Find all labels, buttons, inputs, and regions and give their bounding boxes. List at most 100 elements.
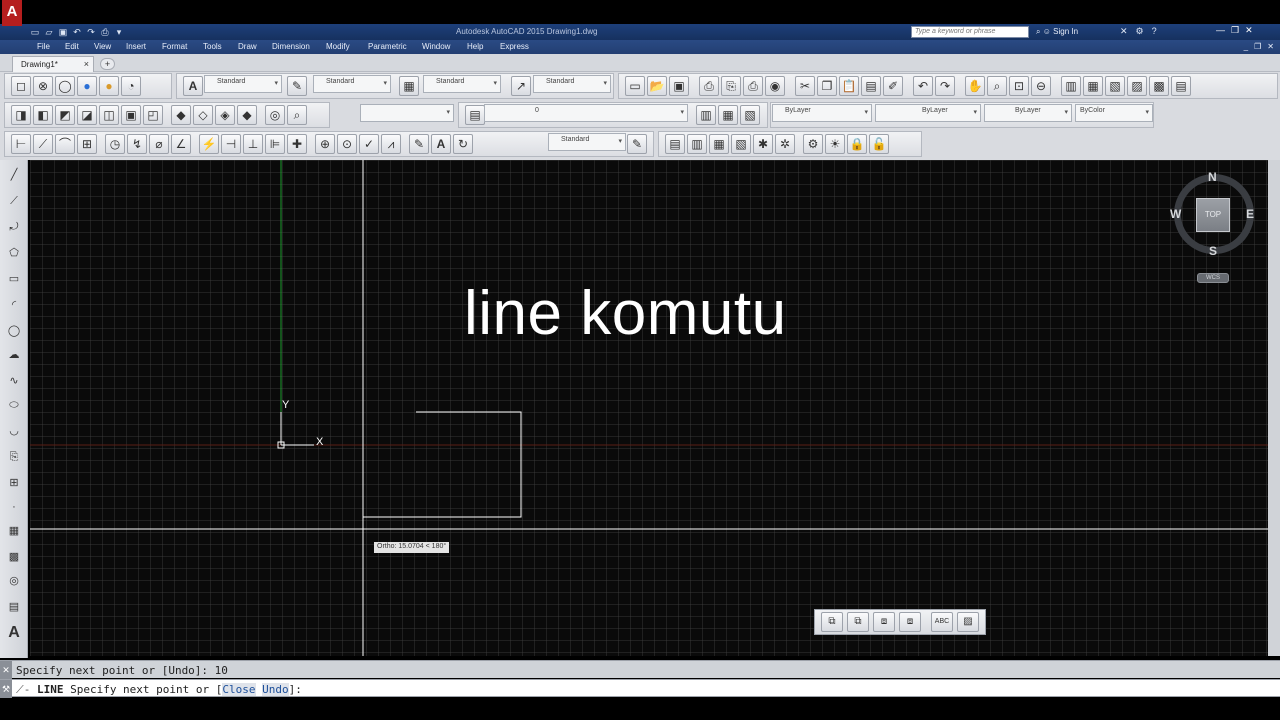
layer-unisolate-icon[interactable]: ▧ — [731, 134, 751, 154]
hidden-icon[interactable]: ◯ — [55, 76, 75, 96]
plotstyle-dropdown[interactable]: ByColor — [1075, 104, 1153, 122]
menu-parametric[interactable]: Parametric — [368, 42, 407, 51]
arc-length-icon[interactable]: ⌒ — [55, 134, 75, 154]
text-style-icon[interactable]: A — [183, 76, 203, 96]
tab-drawing1[interactable]: Drawing1* × — [12, 56, 94, 72]
angular-dim-icon[interactable]: ∠ — [171, 134, 191, 154]
exchange-icon[interactable]: ✕ — [1120, 26, 1128, 37]
save-icon[interactable]: ▣ — [669, 76, 689, 96]
doc-restore-icon[interactable]: ❐ — [1254, 42, 1261, 51]
close-icon[interactable]: ✕ — [0, 661, 12, 679]
publish-icon[interactable]: ⎙ — [743, 76, 763, 96]
2d-wireframe-icon[interactable]: ◻ — [11, 76, 31, 96]
loft-icon[interactable]: ▣ — [121, 105, 141, 125]
undo-icon[interactable]: ↶ — [913, 76, 933, 96]
layer-previous-icon[interactable]: ▦ — [718, 105, 738, 125]
compass-north[interactable]: N — [1208, 170, 1217, 184]
wrench-icon[interactable]: ⚒ — [0, 680, 12, 698]
polygon-icon[interactable]: ⬠ — [4, 244, 24, 264]
binoculars-icon[interactable]: ⌕ — [1036, 27, 1040, 36]
continue-dim-icon[interactable]: ⊥ — [243, 134, 263, 154]
layer-dropdown[interactable]: 0 — [484, 104, 688, 122]
wcs-menu[interactable]: WCS — [1197, 273, 1229, 283]
command-prompt[interactable]: ⟋- LINE Specify next point or [Close Und… — [16, 683, 302, 697]
chevron-down-icon[interactable]: ▾ — [114, 27, 124, 37]
menu-view[interactable]: View — [94, 42, 111, 51]
center-mark-icon[interactable]: ⊙ — [337, 134, 357, 154]
color-dropdown[interactable]: ByLayer — [772, 104, 872, 122]
layer-change-icon[interactable]: ▥ — [687, 134, 707, 154]
lineweight-dropdown[interactable]: ByLayer — [984, 104, 1072, 122]
drawing-area[interactable] — [30, 160, 1268, 656]
doc-close-icon[interactable]: ✕ — [1267, 42, 1274, 51]
properties-icon[interactable]: ▥ — [1061, 76, 1081, 96]
redo-icon[interactable]: ↷ — [86, 27, 96, 37]
camera-icon[interactable]: ◎ — [265, 105, 285, 125]
3d-print-icon[interactable]: ◉ — [765, 76, 785, 96]
pan-icon[interactable]: ✋ — [965, 76, 985, 96]
subtract-icon[interactable]: ◆ — [171, 105, 191, 125]
plot-icon[interactable]: ⎙ — [699, 76, 719, 96]
ellipse-arc-icon[interactable]: ◡ — [4, 422, 24, 442]
slice-icon[interactable]: ◆ — [237, 105, 257, 125]
linear-dim-icon[interactable]: ⊢ — [11, 134, 31, 154]
point-icon[interactable]: · — [4, 498, 24, 518]
radius-dim-icon[interactable]: ◷ — [105, 134, 125, 154]
search-input[interactable]: Type a keyword or phrase — [911, 26, 1029, 38]
tool-palettes-icon[interactable]: ▧ — [1105, 76, 1125, 96]
layer-match-icon[interactable]: ▤ — [665, 134, 685, 154]
mleader-style-icon[interactable]: ↗ — [511, 76, 531, 96]
open-file-icon[interactable]: ▱ — [44, 27, 54, 37]
union-icon[interactable]: ◰ — [143, 105, 163, 125]
linetype-dropdown[interactable]: ByLayer — [875, 104, 981, 122]
diameter-dim-icon[interactable]: ⌀ — [149, 134, 169, 154]
menu-dimension[interactable]: Dimension — [272, 42, 310, 51]
layer-settings-icon[interactable]: ⚙ — [803, 134, 823, 154]
compass-south[interactable]: S — [1209, 244, 1217, 258]
visual-style-manager-icon[interactable]: ◔ — [121, 76, 141, 96]
text-style-dropdown[interactable]: Standard — [204, 75, 282, 93]
polyline-icon[interactable]: ⤾ — [4, 218, 24, 238]
revision-cloud-icon[interactable]: ☁ — [4, 346, 24, 366]
dim-style-dropdown[interactable]: Standard — [313, 75, 391, 93]
quick-dim-icon[interactable]: ⚡ — [199, 134, 219, 154]
send-to-back-icon[interactable]: ⧉ — [847, 612, 869, 632]
insert-block-icon[interactable]: ⎘ — [4, 448, 24, 468]
line-icon[interactable]: ╱ — [4, 166, 24, 186]
new-icon[interactable]: ▭ — [625, 76, 645, 96]
annotative-style-dropdown[interactable]: Standard — [548, 133, 626, 151]
block-editor-icon[interactable]: ✐ — [883, 76, 903, 96]
inspect-icon[interactable]: ✓ — [359, 134, 379, 154]
hatch-to-back-icon[interactable]: ▨ — [957, 612, 979, 632]
design-center-icon[interactable]: ▦ — [1083, 76, 1103, 96]
menu-format[interactable]: Format — [162, 42, 187, 51]
plot-preview-icon[interactable]: ⎘ — [721, 76, 741, 96]
cart-icon[interactable]: ⚙ — [1136, 26, 1144, 37]
zoom-window-icon[interactable]: ⊡ — [1009, 76, 1029, 96]
viewcube[interactable]: TOP N S W E — [1170, 170, 1256, 258]
bring-to-front-icon[interactable]: ⧉ — [821, 612, 843, 632]
undo-icon[interactable]: ↶ — [72, 27, 82, 37]
menu-file[interactable]: File — [37, 42, 50, 51]
markup-icon[interactable]: ▩ — [1149, 76, 1169, 96]
presspull-icon[interactable]: ◩ — [55, 105, 75, 125]
dim-break-icon[interactable]: ✚ — [287, 134, 307, 154]
command-line[interactable]: ⚒ ⟋- LINE Specify next point or [Close U… — [0, 679, 1280, 698]
layer-unlock-icon[interactable]: 🔓 — [869, 134, 889, 154]
table-style-dropdown[interactable]: Standard — [423, 75, 501, 93]
table-icon[interactable]: ▤ — [4, 598, 24, 618]
ellipse-icon[interactable]: ⬭ — [4, 396, 24, 416]
cut-icon[interactable]: ✂ — [795, 76, 815, 96]
open-icon[interactable]: 📂 — [647, 76, 667, 96]
hatch-icon[interactable]: ▦ — [4, 522, 24, 542]
new-file-icon[interactable]: ▭ — [30, 27, 40, 37]
save-icon[interactable]: ▣ — [58, 27, 68, 37]
match-properties-icon[interactable]: ▤ — [861, 76, 881, 96]
extrude-icon[interactable]: ◧ — [33, 105, 53, 125]
layer-on-icon[interactable]: ☀ — [825, 134, 845, 154]
sign-in-link[interactable]: ⌕ ☺ Sign In — [1036, 27, 1078, 37]
jogged-dim-icon[interactable]: ↯ — [127, 134, 147, 154]
text-to-front-icon[interactable]: ABC — [931, 612, 953, 632]
send-under-icon[interactable]: ⧈ — [899, 612, 921, 632]
layer-lock-icon[interactable]: 🔒 — [847, 134, 867, 154]
